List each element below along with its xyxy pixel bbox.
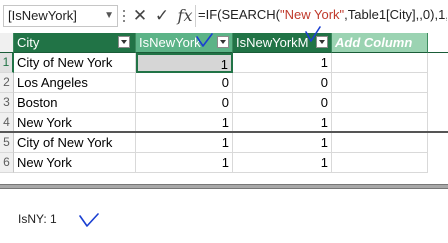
table-header-row: City IsNewYork IsNewYorkM Add Column	[0, 33, 448, 53]
name-box[interactable]: [IsNewYork] ▼	[3, 5, 118, 27]
cell-add-column[interactable]	[332, 153, 428, 173]
formula-text: ,Table1[City],,0),1,0)	[344, 7, 447, 22]
column-header-city[interactable]: City	[14, 33, 136, 53]
row-header[interactable]: 1	[0, 53, 14, 73]
column-header-label: City	[17, 35, 40, 50]
formula-input[interactable]: =IF(SEARCH("New York",Table1[City],,0),1…	[195, 5, 447, 27]
row-header[interactable]: 5	[0, 133, 14, 153]
column-header-isnewyork[interactable]: IsNewYork	[136, 33, 233, 53]
annotation-check-icon	[79, 213, 99, 227]
cell-isnewyork[interactable]: 0	[136, 93, 233, 113]
formula-text: =IF(SEARCH(	[198, 7, 280, 22]
row-header[interactable]: 2	[0, 73, 14, 93]
drag-handle-icon[interactable]	[122, 7, 126, 25]
cell-add-column[interactable]	[332, 53, 428, 73]
cell-city[interactable]: New York	[14, 113, 136, 133]
cell-isnewyorkm[interactable]: 1	[233, 53, 332, 73]
filter-dropdown-icon[interactable]	[118, 36, 130, 48]
column-header-label: IsNewYork	[139, 35, 201, 50]
annotation-check-icon	[305, 26, 321, 42]
add-column-header[interactable]: Add Column	[332, 33, 428, 53]
cell-isnewyorkm[interactable]: 1	[233, 133, 332, 153]
cell-city[interactable]: City of New York	[14, 53, 136, 73]
cell-city[interactable]: Los Angeles	[14, 73, 136, 93]
formula-bar: [IsNewYork] ▼ ✕ ✓ fx =IF(SEARCH("New Yor…	[0, 0, 448, 34]
table-row: 6 New York 1 1	[0, 153, 448, 173]
fx-icon[interactable]: fx	[176, 5, 194, 27]
cell-isnewyork[interactable]: 1	[136, 153, 233, 173]
table-row: 3 Boston 0 0	[0, 93, 448, 113]
empty-cell[interactable]	[428, 33, 448, 53]
table-row: 2 Los Angeles 0 0	[0, 73, 448, 93]
filter-dropdown-icon[interactable]	[217, 36, 229, 48]
row-header-corner[interactable]	[0, 33, 14, 53]
table-divider	[0, 131, 448, 133]
cell-isnewyork[interactable]: 1	[136, 133, 233, 153]
column-header-label: IsNewYorkM	[236, 35, 309, 50]
close-icon[interactable]: ✕	[131, 5, 149, 27]
cell-city[interactable]: City of New York	[14, 133, 136, 153]
cell-isnewyork[interactable]: 0	[136, 73, 233, 93]
cell-add-column[interactable]	[332, 93, 428, 113]
cell-add-column[interactable]	[332, 73, 428, 93]
pane-splitter[interactable]	[0, 184, 448, 189]
cell-city[interactable]: New York	[14, 153, 136, 173]
cell-isnewyorkm[interactable]: 0	[233, 73, 332, 93]
cell-add-column[interactable]	[332, 133, 428, 153]
cell-isnewyorkm[interactable]: 0	[233, 93, 332, 113]
cell-isnewyork[interactable]: 1	[136, 113, 233, 133]
column-header-label: Add Column	[335, 35, 413, 50]
name-box-value: [IsNewYork]	[8, 8, 77, 23]
cell-add-column[interactable]	[332, 113, 428, 133]
table-row: 5 City of New York 1 1	[0, 133, 448, 153]
cell-isnewyorkm[interactable]: 1	[233, 153, 332, 173]
row-header[interactable]: 6	[0, 153, 14, 173]
annotation-check-icon	[196, 33, 213, 47]
calc-result-label: IsNY: 1	[18, 212, 57, 226]
table-row: 1 City of New York 1 1	[0, 53, 448, 73]
formula-string: "New York"	[279, 7, 345, 22]
row-header[interactable]: 3	[0, 93, 14, 113]
cell-isnewyorkm[interactable]: 1	[233, 113, 332, 133]
cell-isnewyork-selected[interactable]: 1	[136, 53, 233, 73]
check-icon[interactable]: ✓	[153, 5, 171, 27]
chevron-down-icon[interactable]: ▼	[104, 6, 114, 26]
table-row: 4 New York 1 1	[0, 113, 448, 133]
row-header[interactable]: 4	[0, 113, 14, 133]
cell-city[interactable]: Boston	[14, 93, 136, 113]
